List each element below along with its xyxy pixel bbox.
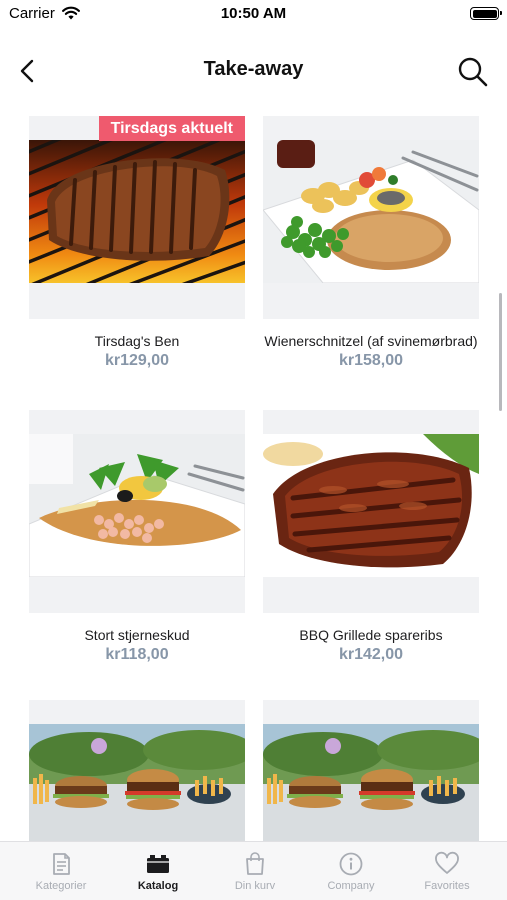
tab-kategorier[interactable]: Kategorier — [12, 842, 110, 900]
tab-favorites[interactable]: Favorites — [398, 842, 496, 900]
tab-label: Company — [327, 880, 375, 892]
burger-photo — [263, 724, 479, 841]
product-price: kr118,00 — [105, 646, 169, 663]
promo-badge: Tirsdags aktuelt — [98, 116, 245, 141]
bbq-spareribs-photo — [263, 434, 479, 577]
product-card[interactable]: Stort stjerneskud kr118,00 — [29, 410, 245, 664]
product-name: Tirsdag's Ben — [94, 333, 180, 349]
catalog-icon — [147, 855, 169, 873]
product-price: kr129,00 — [104, 352, 170, 369]
product-image-frame — [263, 700, 479, 841]
tab-bar: Kategorier Katalog Din kurv Company Favo… — [0, 841, 507, 900]
product-image-frame — [263, 116, 479, 319]
product-card[interactable] — [263, 700, 479, 841]
info-circle-icon — [339, 852, 363, 876]
tab-label: Kategorier — [35, 880, 87, 892]
schnitzel-photo — [263, 140, 479, 283]
product-card[interactable]: Wienerschnitzel (af svinemørbrad) kr158,… — [263, 116, 479, 370]
product-name: BBQ Grillede spareribs — [299, 627, 443, 643]
product-image-frame — [29, 410, 245, 613]
burger-photo — [29, 724, 245, 841]
page-title: Take-away — [203, 58, 304, 80]
product-grid: Tirsdags aktuelt Tirsdag's Ben kr129,00 — [0, 98, 507, 841]
tab-label: Katalog — [137, 880, 179, 892]
product-name: Wienerschnitzel (af svinemørbrad) — [264, 333, 478, 349]
product-price: kr158,00 — [338, 352, 404, 369]
product-card[interactable]: Tirsdags aktuelt Tirsdag's Ben kr129,00 — [29, 116, 245, 370]
product-name: Stort stjerneskud — [84, 627, 190, 643]
document-icon — [53, 853, 70, 875]
status-bar: Carrier 10:50 AM — [0, 0, 507, 30]
product-image-frame — [263, 410, 479, 613]
clock: 10:50 AM — [220, 5, 287, 22]
stjerneskud-photo — [29, 434, 245, 577]
scroll-indicator[interactable] — [499, 293, 502, 411]
battery-icon — [470, 7, 502, 20]
tab-katalog[interactable]: Katalog — [109, 842, 207, 900]
product-image-frame — [29, 700, 245, 841]
product-card[interactable] — [29, 700, 245, 841]
tab-company[interactable]: Company — [302, 842, 400, 900]
product-card[interactable]: BBQ Grillede spareribs kr142,00 — [263, 410, 479, 664]
grilled-ribs-photo — [29, 140, 245, 283]
navigation-bar: Take-away — [0, 44, 507, 98]
search-button[interactable] — [455, 54, 491, 90]
tab-din-kurv[interactable]: Din kurv — [206, 842, 304, 900]
tab-label: Din kurv — [234, 880, 276, 892]
tab-label: Favorites — [424, 880, 470, 892]
product-image-frame: Tirsdags aktuelt — [29, 116, 245, 319]
product-price: kr142,00 — [338, 646, 404, 663]
heart-icon — [435, 851, 459, 874]
shopping-bag-icon — [246, 852, 264, 875]
search-icon — [458, 57, 488, 87]
